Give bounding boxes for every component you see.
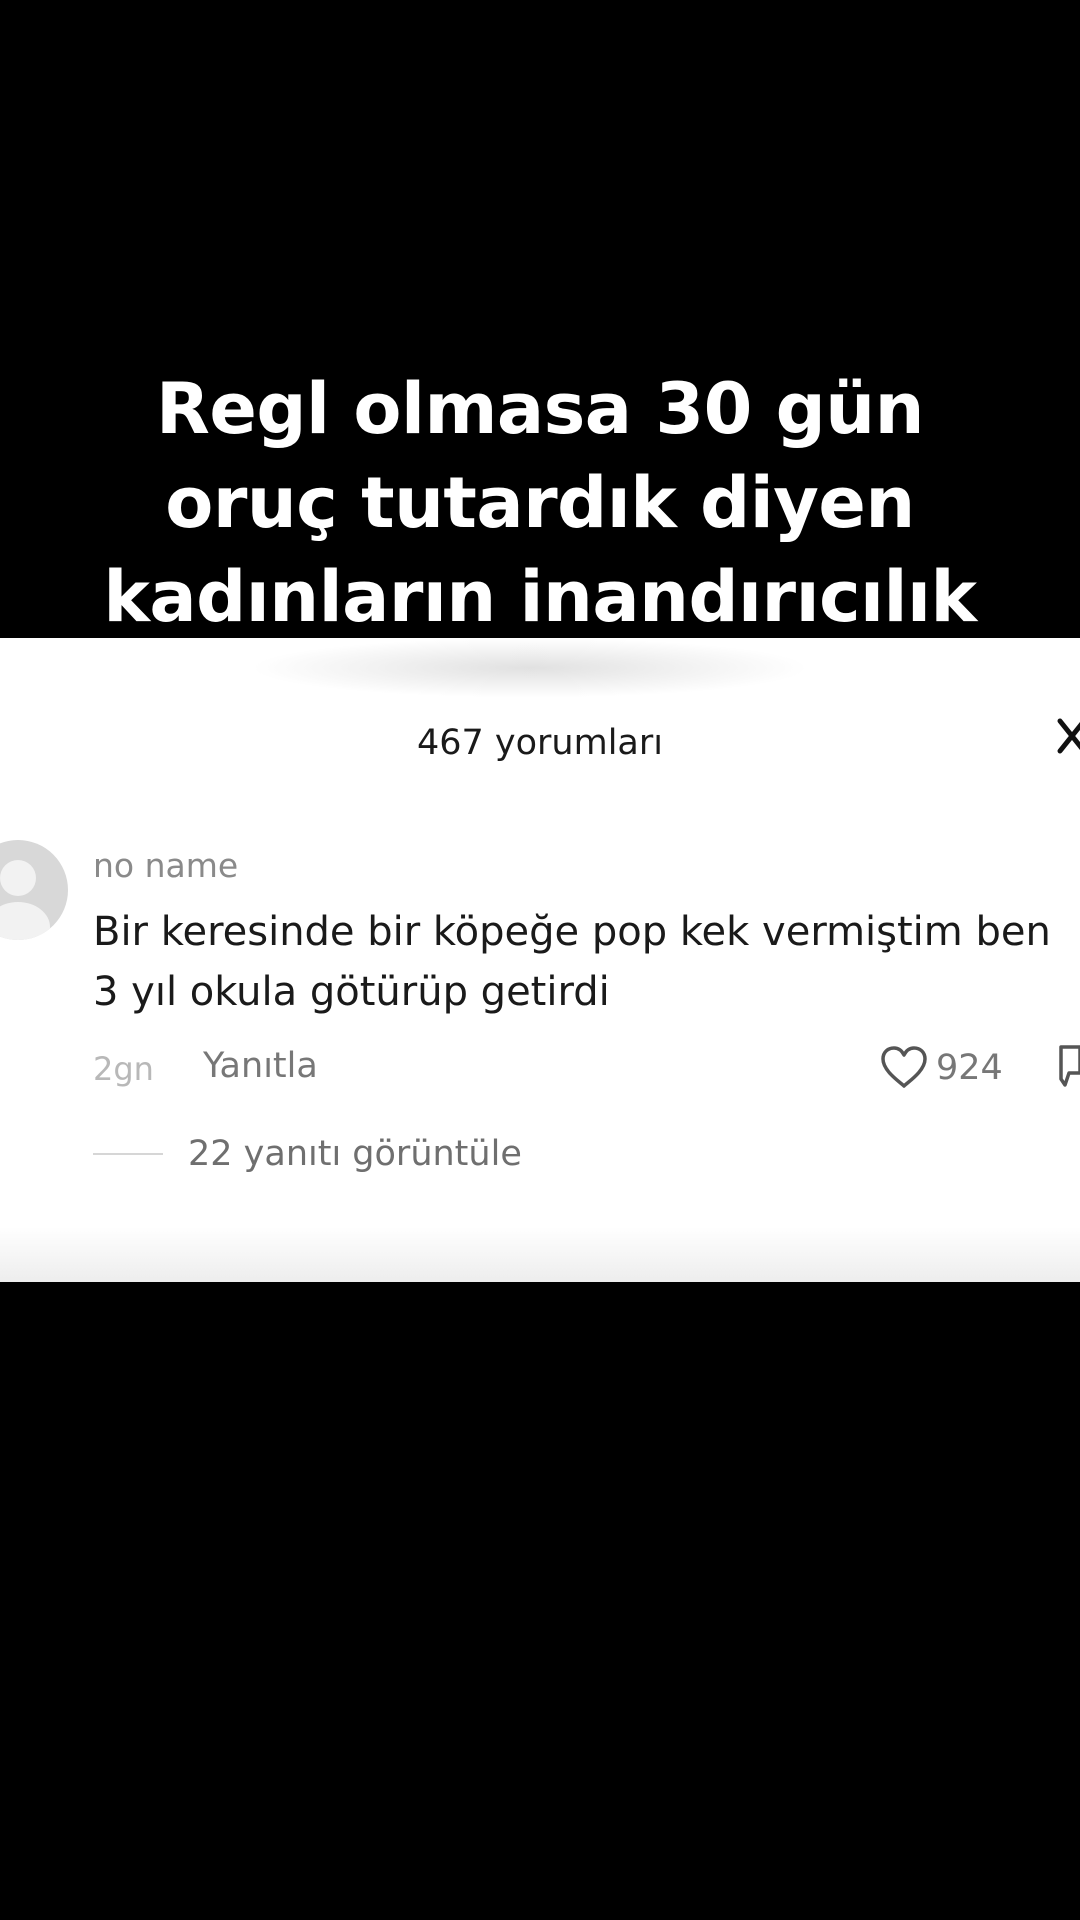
like-count: 924 (936, 1048, 1003, 1088)
caption-line: oruç tutardık diyen (165, 462, 915, 544)
heart-icon[interactable] (878, 1043, 930, 1091)
top-blur (250, 638, 810, 698)
view-replies-button[interactable]: 22 yanıtı görüntüle (188, 1134, 522, 1174)
avatar-head (0, 860, 36, 896)
bottom-blur (0, 1227, 1080, 1282)
avatar-body (0, 902, 50, 940)
reply-button[interactable]: Yanıtla (203, 1046, 318, 1086)
comment-text: Bir keresinde bir köpeğe pop kek vermişt… (93, 902, 1080, 1022)
caption-line: kadınların inandırıcılık (103, 556, 977, 638)
close-icon[interactable] (1054, 713, 1080, 759)
replies-divider (93, 1153, 163, 1155)
caption-line: Regl olmasa 30 gün (156, 368, 924, 450)
comment-username[interactable]: no name (93, 846, 238, 885)
overlay-caption: Regl olmasa 30 gün oruç tutardık diyen k… (0, 362, 1080, 644)
comment-time: 2gn (93, 1050, 154, 1088)
comments-count-title: 467 yorumları (416, 723, 663, 763)
comment-text-line: 3 yıl okula götürüp getirdi (93, 969, 610, 1015)
comment-screenshot: 467 yorumları no name Bir keresinde bir … (0, 638, 1080, 1282)
comment-text-line: Bir keresinde bir köpeğe pop kek vermişt… (93, 909, 1051, 955)
dislike-icon[interactable] (1055, 1041, 1080, 1091)
video-frame: Regl olmasa 30 gün oruç tutardık diyen k… (0, 0, 1080, 1920)
avatar[interactable] (0, 840, 68, 940)
